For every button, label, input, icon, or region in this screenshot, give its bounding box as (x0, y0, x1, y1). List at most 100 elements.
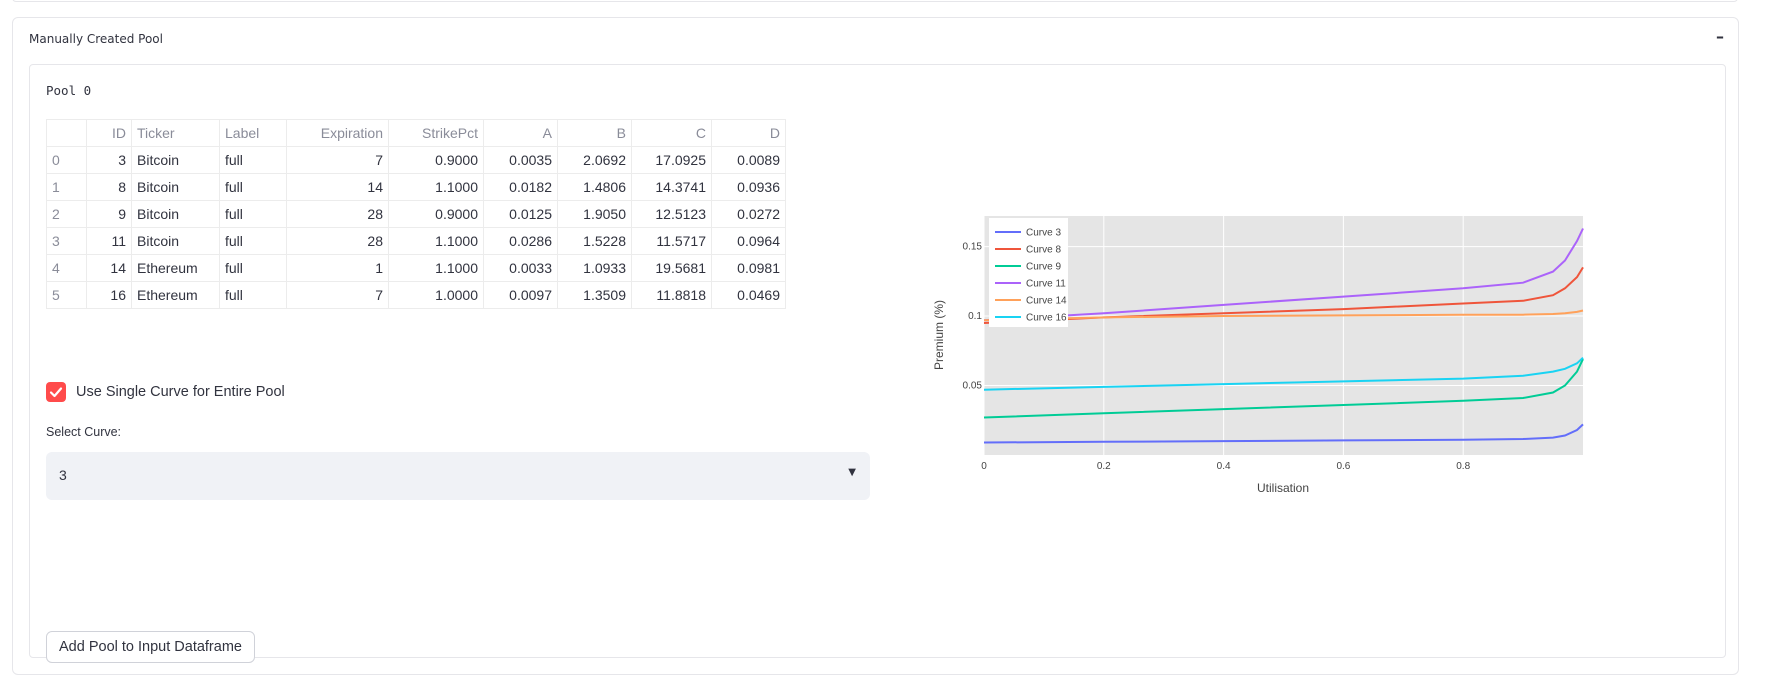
legend-item-label[interactable]: Curve 11 (1026, 279, 1066, 290)
cell-expiration: 28 (286, 227, 389, 255)
cell-label: full (219, 146, 287, 174)
cell-c: 11.8818 (631, 281, 712, 309)
cell-b: 1.0933 (557, 254, 632, 282)
cell-expiration: 14 (286, 173, 389, 201)
cell-strikepct: 0.9000 (388, 146, 484, 174)
table-row[interactable]: 2 9 Bitcoin full 28 0.9000 0.0125 1.9050… (46, 200, 786, 228)
cell-a: 0.0182 (483, 173, 558, 201)
cell-id: 14 (86, 254, 132, 282)
table-row[interactable]: 1 8 Bitcoin full 14 1.1000 0.0182 1.4806… (46, 173, 786, 201)
cell-d: 0.0272 (711, 200, 786, 228)
previous-expander-frame (12, 0, 1738, 2)
pool-label: Pool 0 (46, 83, 92, 98)
cell-expiration: 7 (286, 281, 389, 309)
cell-ticker: Ethereum (131, 281, 220, 309)
chevron-down-icon: ▼ (848, 467, 856, 478)
column-header-ticker[interactable]: Ticker (131, 119, 220, 147)
row-index: 4 (46, 254, 87, 282)
cell-id: 16 (86, 281, 132, 309)
column-header-b[interactable]: B (557, 119, 632, 147)
premium-curve-chart[interactable]: 0 0.2 0.4 0.6 0.8 0.05 0.1 0.15 Utilisation Pr… (900, 200, 1660, 540)
y-tick-label: 0.1 (968, 311, 982, 322)
x-tick-label: 0.4 (1217, 461, 1231, 472)
cell-ticker: Bitcoin (131, 146, 220, 174)
x-tick-label: 0.8 (1456, 461, 1470, 472)
single-curve-checkbox-row[interactable]: Use Single Curve for Entire Pool (46, 382, 285, 402)
cell-strikepct: 1.1000 (388, 254, 484, 282)
table-row[interactable]: 5 16 Ethereum full 7 1.0000 0.0097 1.350… (46, 281, 786, 309)
column-header-label[interactable]: Label (219, 119, 287, 147)
pool-dataframe[interactable]: ID Ticker Label Expiration StrikePct A B… (46, 119, 786, 309)
column-header-expiration[interactable]: Expiration (286, 119, 389, 147)
cell-strikepct: 1.0000 (388, 281, 484, 309)
y-tick-label: 0.05 (963, 381, 983, 392)
add-pool-button[interactable]: Add Pool to Input Dataframe (46, 631, 255, 663)
table-row[interactable]: 0 3 Bitcoin full 7 0.9000 0.0035 2.0692 … (46, 146, 786, 174)
row-index: 2 (46, 200, 87, 228)
cell-expiration: 28 (286, 200, 389, 228)
cell-d: 0.0964 (711, 227, 786, 255)
column-header-d[interactable]: D (711, 119, 786, 147)
column-header-a[interactable]: A (483, 119, 558, 147)
cell-id: 3 (86, 146, 132, 174)
x-tick-label: 0 (981, 461, 987, 472)
table-header-row: ID Ticker Label Expiration StrikePct A B… (46, 119, 786, 147)
y-tick-label: 0.15 (963, 242, 983, 253)
cell-c: 14.3741 (631, 173, 712, 201)
cell-c: 12.5123 (631, 200, 712, 228)
cell-label: full (219, 173, 287, 201)
row-index: 1 (46, 173, 87, 201)
column-header-strikepct[interactable]: StrikePct (388, 119, 484, 147)
column-header-id[interactable]: ID (86, 119, 132, 147)
table-row[interactable]: 3 11 Bitcoin full 28 1.1000 0.0286 1.522… (46, 227, 786, 255)
row-index: 3 (46, 227, 87, 255)
cell-d: 0.0981 (711, 254, 786, 282)
legend-item-label[interactable]: Curve 14 (1026, 296, 1067, 307)
cell-expiration: 7 (286, 146, 389, 174)
cell-ticker: Bitcoin (131, 200, 220, 228)
cell-c: 17.0925 (631, 146, 712, 174)
x-tick-label: 0.6 (1336, 461, 1350, 472)
y-axis-label: Premium (%) (932, 300, 946, 370)
cell-id: 9 (86, 200, 132, 228)
cell-id: 8 (86, 173, 132, 201)
cell-a: 0.0125 (483, 200, 558, 228)
column-header-c[interactable]: C (631, 119, 712, 147)
cell-b: 1.4806 (557, 173, 632, 201)
single-curve-checkbox-label: Use Single Curve for Entire Pool (76, 384, 285, 400)
cell-b: 1.3509 (557, 281, 632, 309)
cell-ticker: Ethereum (131, 254, 220, 282)
cell-b: 1.9050 (557, 200, 632, 228)
checkmark-icon (49, 387, 63, 398)
cell-strikepct: 1.1000 (388, 173, 484, 201)
cell-c: 11.5717 (631, 227, 712, 255)
chart-legend[interactable]: Curve 3 Curve 8 Curve 9 Curve 11 Curve 14 Cur… (989, 218, 1068, 327)
row-index: 5 (46, 281, 87, 309)
legend-item-label[interactable]: Curve 3 (1026, 228, 1061, 239)
x-tick-label: 0.2 (1097, 461, 1111, 472)
cell-a: 0.0286 (483, 227, 558, 255)
table-row[interactable]: 4 14 Ethereum full 1 1.1000 0.0033 1.093… (46, 254, 786, 282)
legend-item-label[interactable]: Curve 8 (1026, 245, 1061, 256)
select-curve-dropdown[interactable]: 3 ▼ (46, 452, 870, 500)
cell-expiration: 1 (286, 254, 389, 282)
cell-b: 1.5228 (557, 227, 632, 255)
legend-item-label[interactable]: Curve 9 (1026, 262, 1061, 273)
collapse-icon[interactable]: – (1716, 27, 1724, 46)
cell-label: full (219, 200, 287, 228)
cell-d: 0.0089 (711, 146, 786, 174)
cell-label: full (219, 281, 287, 309)
single-curve-checkbox[interactable] (46, 382, 66, 402)
column-header-index[interactable] (46, 119, 87, 147)
cell-d: 0.0936 (711, 173, 786, 201)
plot-background (984, 216, 1583, 455)
cell-c: 19.5681 (631, 254, 712, 282)
legend-item-label[interactable]: Curve 16 (1026, 313, 1067, 324)
x-tick-labels: 0 0.2 0.4 0.6 0.8 (981, 461, 1470, 472)
select-curve-value: 3 (59, 467, 67, 483)
x-axis-label: Utilisation (1257, 481, 1309, 495)
cell-strikepct: 1.1000 (388, 227, 484, 255)
cell-a: 0.0033 (483, 254, 558, 282)
cell-a: 0.0035 (483, 146, 558, 174)
expander-title[interactable]: Manually Created Pool (29, 32, 163, 46)
